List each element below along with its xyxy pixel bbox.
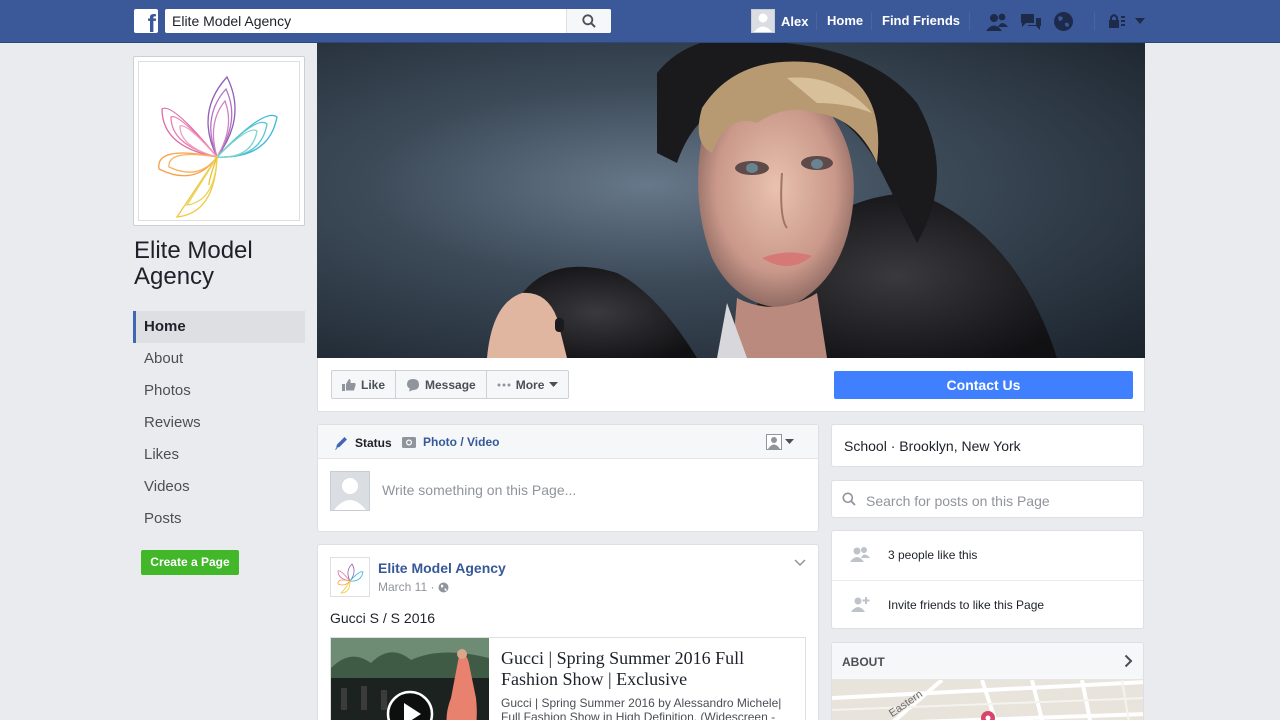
page-profile-picture[interactable] <box>133 56 305 226</box>
account-menu-chevron-icon[interactable] <box>1134 17 1146 25</box>
public-globe-icon <box>438 582 449 592</box>
page-action-buttons: Like Message More <box>331 370 570 399</box>
add-friend-icon <box>851 597 870 612</box>
more-button-label: More <box>515 377 545 392</box>
more-button[interactable]: More <box>487 371 569 398</box>
post-author-avatar[interactable] <box>330 557 370 597</box>
page-likes-card: 3 people like this Invite friends to lik… <box>831 530 1144 629</box>
nav-find-friends-link[interactable]: Find Friends <box>882 13 960 28</box>
facebook-logo-icon[interactable]: f <box>134 9 158 33</box>
profile-selector-icon <box>766 434 782 450</box>
user-name: Alex <box>781 13 809 29</box>
link-preview-card[interactable]: Gucci | Spring Summer 2016 Full Fashion … <box>330 637 806 720</box>
search-button[interactable] <box>566 9 611 33</box>
tab-photo-video-label: Photo / Video <box>423 435 500 449</box>
thumbs-up-icon <box>342 378 356 391</box>
like-button-label: Like <box>361 377 386 392</box>
composer-text-input[interactable]: Write something on this Page... <box>382 482 576 498</box>
likes-count-row[interactable]: 3 people like this <box>832 531 1143 580</box>
post-text: Gucci S / S 2016 <box>330 610 436 626</box>
messages-icon[interactable] <box>1019 12 1043 32</box>
message-button[interactable]: Message <box>396 371 487 398</box>
contact-us-button[interactable]: Contact Us <box>834 371 1133 399</box>
nav-divider <box>871 12 872 30</box>
post-options-chevron-icon[interactable] <box>794 559 806 567</box>
privacy-lock-icon[interactable] <box>1108 13 1126 29</box>
tab-status[interactable]: Status <box>333 435 392 451</box>
composer-avatar <box>330 471 370 511</box>
feed-post: Elite Model Agency March 11 · Gucci S / … <box>317 544 819 720</box>
notifications-globe-icon[interactable] <box>1053 11 1074 32</box>
post-as-selector[interactable] <box>766 434 794 450</box>
left-nav-item-likes[interactable]: Likes <box>133 439 305 471</box>
search-icon <box>842 492 856 506</box>
cover-photo[interactable] <box>317 43 1145 358</box>
post-composer: Status Photo / Video Write something on … <box>317 424 819 532</box>
about-card: ABOUT Eastern <box>831 642 1144 720</box>
create-page-button[interactable]: Create a Page <box>141 550 239 575</box>
left-nav-item-about[interactable]: About <box>133 343 305 375</box>
tab-photo-video[interactable]: Photo / Video <box>401 435 499 449</box>
search-icon <box>582 14 596 28</box>
link-preview-title[interactable]: Gucci | Spring Summer 2016 Full Fashion … <box>501 648 796 690</box>
friend-requests-icon[interactable] <box>985 12 1009 32</box>
likes-count: 3 people like this <box>888 548 978 562</box>
message-button-label: Message <box>425 377 476 392</box>
user-avatar <box>751 9 775 33</box>
page-category-card: School · Brooklyn, New York <box>831 424 1144 467</box>
post-author-name[interactable]: Elite Model Agency <box>378 560 506 576</box>
nav-divider <box>816 12 817 30</box>
search-input[interactable] <box>165 9 565 33</box>
search-box <box>165 9 611 33</box>
left-nav-item-posts[interactable]: Posts <box>133 503 305 535</box>
agency-logo <box>138 61 300 221</box>
about-heading: ABOUT <box>842 655 885 669</box>
left-nav-item-photos[interactable]: Photos <box>133 375 305 407</box>
nav-home-link[interactable]: Home <box>827 13 863 28</box>
page-post-search-input[interactable]: Search for posts on this Page <box>866 493 1050 509</box>
messenger-icon <box>407 378 420 391</box>
people-icon <box>850 547 870 562</box>
location-map[interactable]: Eastern <box>832 680 1143 720</box>
composer-tabs: Status Photo / Video <box>318 425 818 459</box>
left-nav-item-home[interactable]: Home <box>133 311 305 343</box>
more-dots-icon <box>497 383 511 386</box>
pencil-icon <box>335 437 347 450</box>
nav-divider <box>969 12 970 30</box>
profile-link[interactable]: Alex <box>751 9 808 33</box>
link-preview-thumbnail[interactable] <box>331 638 489 720</box>
invite-friends-link: Invite friends to like this Page <box>888 598 1045 612</box>
page-action-bar: Like Message More Contact Us <box>317 358 1145 412</box>
camera-icon <box>402 437 416 448</box>
nav-divider <box>1094 12 1095 30</box>
chevron-down-icon <box>549 381 559 387</box>
page-post-search[interactable]: Search for posts on this Page <box>831 480 1144 518</box>
left-nav-item-videos[interactable]: Videos <box>133 471 305 503</box>
page-category: School · Brooklyn, New York <box>844 438 1021 454</box>
page-title: Elite Model Agency <box>134 237 253 290</box>
post-meta: March 11 · <box>378 580 449 594</box>
invite-friends-row[interactable]: Invite friends to like this Page <box>832 581 1143 630</box>
link-preview-description: Gucci | Spring Summer 2016 by Alessandro… <box>501 696 782 720</box>
chevron-right-icon <box>1124 654 1133 668</box>
left-nav-item-reviews[interactable]: Reviews <box>133 407 305 439</box>
composer-body: Write something on this Page... <box>330 471 806 511</box>
about-card-header[interactable]: ABOUT <box>832 643 1143 680</box>
chevron-down-icon <box>785 439 794 444</box>
top-navigation-bar: f Alex Home Find Friends <box>0 0 1280 43</box>
tab-status-label: Status <box>355 436 392 450</box>
like-page-button[interactable]: Like <box>332 371 397 398</box>
page-left-navigation: Home About Photos Reviews Likes Videos P… <box>133 311 305 535</box>
post-date[interactable]: March 11 · <box>378 580 434 594</box>
